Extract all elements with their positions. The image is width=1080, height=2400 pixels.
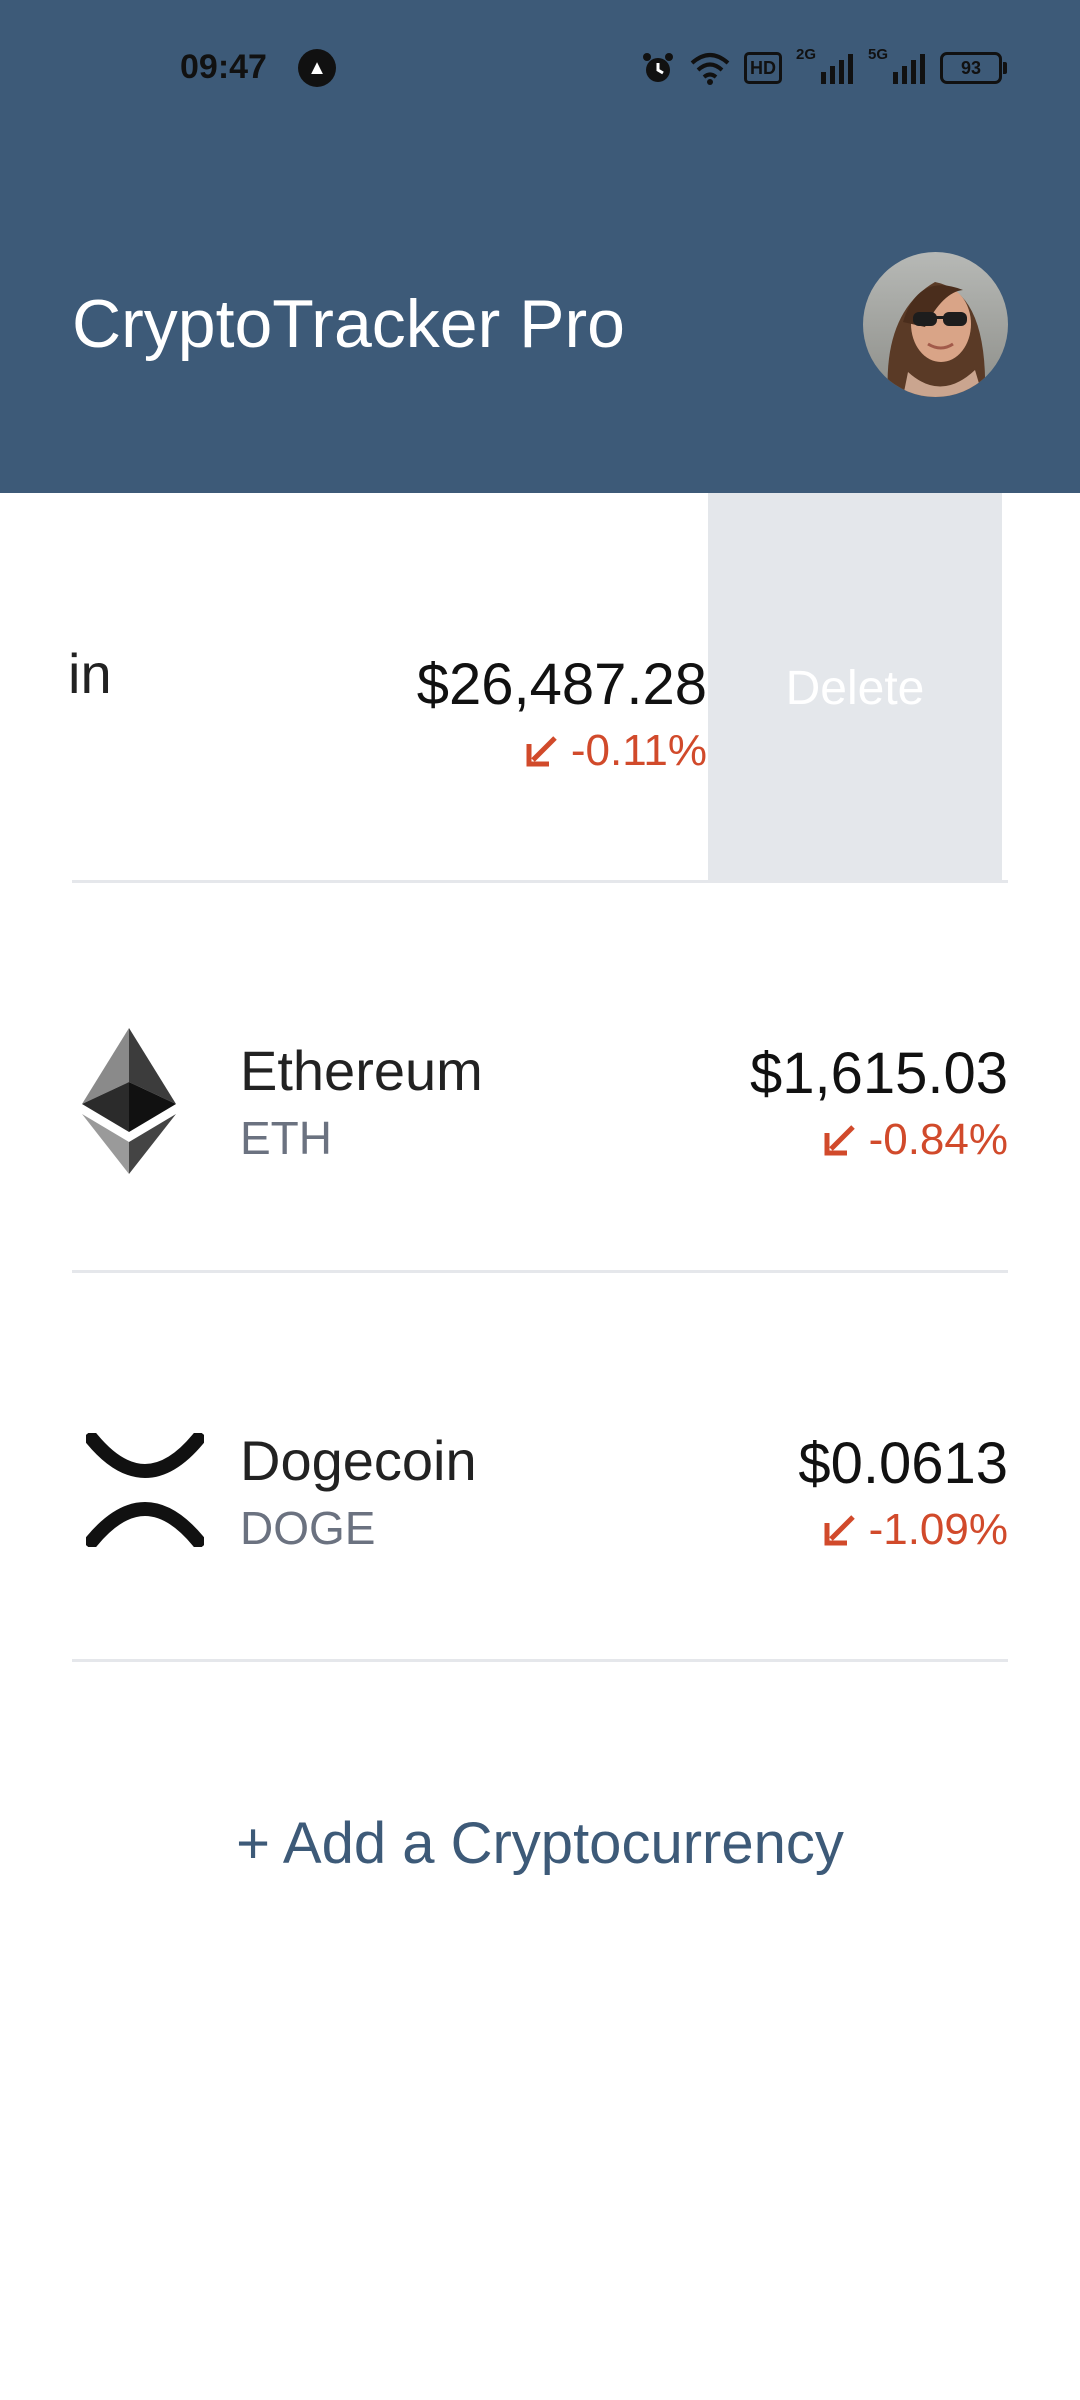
navigation-app-icon: ▲ bbox=[298, 49, 336, 87]
coin-change-value: -0.11% bbox=[570, 726, 707, 775]
ethereum-icon bbox=[82, 1028, 176, 1174]
coin-row-swiped[interactable]: in $26,487.28 -0.11% Delete bbox=[0, 493, 1080, 883]
coin-change-value: -1.09% bbox=[868, 1505, 1008, 1554]
row-divider bbox=[72, 1659, 1008, 1662]
coin-symbol: ETH bbox=[240, 1112, 332, 1164]
delete-label: Delete bbox=[785, 661, 925, 715]
battery-indicator: 93 bbox=[940, 52, 1008, 84]
coin-change: -0.11% bbox=[525, 726, 707, 776]
coin-name: Dogecoin bbox=[240, 1429, 477, 1492]
coin-change: -0.84% bbox=[823, 1115, 1008, 1165]
network-type-2: 5G bbox=[868, 46, 889, 63]
coin-change: -1.09% bbox=[823, 1505, 1008, 1555]
coin-row-ethereum[interactable]: Ethereum ETH $1,615.03 -0.84% bbox=[0, 883, 1080, 1273]
status-time: 09:47 bbox=[180, 48, 267, 86]
arrow-down-left-icon bbox=[824, 1515, 855, 1546]
coin-symbol: DOGE bbox=[240, 1502, 376, 1554]
delete-button[interactable]: Delete bbox=[708, 493, 1002, 881]
coin-price: $26,487.28 bbox=[416, 652, 707, 717]
network-type-1: 2G bbox=[796, 46, 817, 63]
signal-bars-icon bbox=[821, 54, 854, 84]
coin-name: Ethereum bbox=[240, 1039, 483, 1102]
avatar[interactable] bbox=[863, 252, 1008, 397]
coin-name: in bbox=[68, 642, 112, 705]
arrow-down-left-icon bbox=[526, 736, 557, 767]
page-title: CryptoTracker Pro bbox=[72, 286, 625, 362]
user-avatar-icon bbox=[863, 252, 1008, 397]
signal-bars-icon bbox=[893, 54, 926, 84]
hd-voice-badge: HD bbox=[744, 52, 782, 84]
status-bar: 09:47 ▲ HD 2G 5G 93 bbox=[0, 0, 1080, 140]
coin-price: $0.0613 bbox=[798, 1431, 1008, 1496]
arrow-down-left-icon bbox=[824, 1125, 855, 1156]
wifi-icon bbox=[690, 53, 730, 85]
xrp-style-icon bbox=[86, 1433, 204, 1547]
coin-price: $1,615.03 bbox=[749, 1041, 1008, 1106]
add-cryptocurrency-link[interactable]: + Add a Cryptocurrency bbox=[0, 1810, 1080, 1877]
coin-change-value: -0.84% bbox=[868, 1115, 1008, 1164]
coin-row-dogecoin[interactable]: Dogecoin DOGE $0.0613 -1.09% bbox=[0, 1273, 1080, 1663]
app-header: 09:47 ▲ HD 2G 5G 93 CryptoTracker Pro bbox=[0, 0, 1080, 493]
alarm-icon bbox=[643, 53, 673, 82]
status-icons: HD 2G 5G 93 bbox=[640, 46, 1008, 88]
